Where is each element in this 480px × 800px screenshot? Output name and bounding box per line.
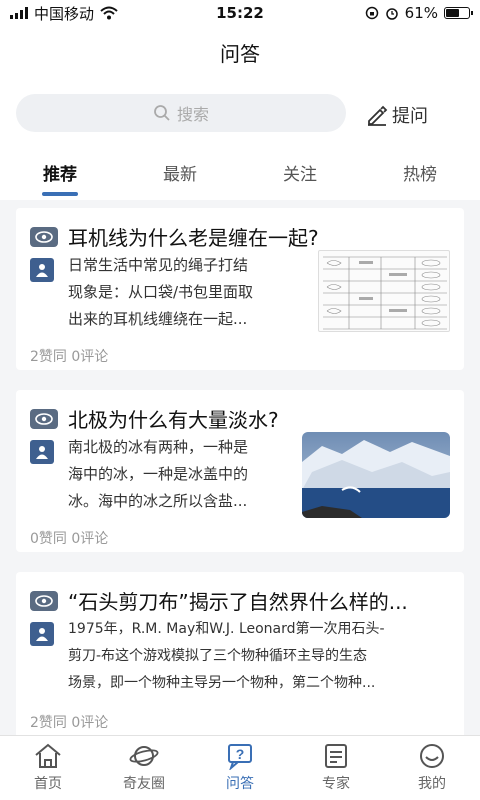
excerpt-line: 剪刀-布这个游戏模拟了三个物种循环主导的生态 [68, 648, 368, 664]
excerpt-line: 出来的耳机线缠绕在一起... [68, 310, 248, 328]
wifi-icon [100, 6, 118, 20]
question-title[interactable]: “石头剪刀布”揭示了自然界什么样的... [68, 586, 408, 615]
home-icon [35, 743, 61, 768]
pencil-icon [368, 105, 388, 126]
header: 问答 搜索 提问 推荐 最新 关注 热榜 [0, 26, 480, 200]
battery-percent: 61% [404, 4, 438, 22]
search-input[interactable]: 搜索 [16, 94, 346, 132]
excerpt-line: 南北极的冰有两种，一种是 [68, 438, 249, 456]
question-stats: 2赞同 0评论 [30, 715, 109, 731]
svg-text:?: ? [236, 746, 245, 762]
search-placeholder: 搜索 [176, 105, 209, 124]
author-avatar[interactable] [30, 622, 54, 646]
tab-label: 推荐 [43, 165, 77, 185]
search-icon [154, 105, 170, 121]
question-card[interactable]: “石头剪刀布”揭示了自然界什么样的... 1975年，R.M. May和W.J.… [16, 572, 464, 735]
question-thumbnail[interactable] [318, 250, 450, 332]
question-title[interactable]: 耳机线为什么老是缠在一起? [68, 222, 319, 251]
excerpt-line: 海中的冰，一种是冰盖中的 [68, 465, 249, 483]
bottom-tab-bar: 首页 奇友圈 ? 问答 专家 我的 [0, 735, 480, 800]
excerpt-line: 1975年，R.M. May和W.J. Leonard第一次用石头- [68, 621, 385, 637]
tab-label: 关注 [283, 165, 317, 185]
lock-rotation-icon [365, 6, 378, 20]
battery-icon [444, 7, 473, 19]
ask-question-button[interactable]: 提问 [366, 102, 428, 128]
status-bar: 中国移动 15:22 61% [0, 0, 480, 26]
page-title: 问答 [220, 42, 260, 66]
question-title[interactable]: 北极为什么有大量淡水? [68, 404, 279, 433]
excerpt-line: 场景，即一个物种主导另一个物种，第二个物种... [68, 675, 376, 691]
feed-tabs: 推荐 最新 关注 热榜 [0, 156, 480, 200]
signal-icon [10, 7, 28, 19]
excerpt-line: 现象是：从口袋/书包里面取 [68, 283, 254, 301]
tabbar-label: 奇友圈 [123, 776, 165, 792]
author-avatar[interactable] [30, 258, 54, 282]
tabbar-circle[interactable]: 奇友圈 [96, 736, 192, 800]
tab-recommended[interactable]: 推荐 [0, 156, 120, 200]
author-avatar[interactable] [30, 440, 54, 464]
question-excerpt: 日常生活中常见的绳子打结 现象是：从口袋/书包里面取 出来的耳机线缠绕在一起..… [68, 252, 253, 333]
planet-icon [129, 746, 159, 766]
excerpt-line: 日常生活中常见的绳子打结 [68, 256, 249, 274]
question-feed: 耳机线为什么老是缠在一起? 日常生活中常见的绳子打结 现象是：从口袋/书包里面取… [0, 200, 480, 735]
tab-latest[interactable]: 最新 [120, 156, 240, 200]
question-stats: 0赞同 0评论 [30, 531, 109, 547]
tabbar-home[interactable]: 首页 [0, 736, 96, 800]
tab-label: 最新 [163, 165, 197, 185]
tabbar-experts[interactable]: 专家 [288, 736, 384, 800]
question-excerpt: 1975年，R.M. May和W.J. Leonard第一次用石头- 剪刀-布这… [68, 616, 454, 697]
profile-icon [420, 744, 444, 768]
tabbar-label: 首页 [34, 776, 62, 792]
question-card[interactable]: 耳机线为什么老是缠在一起? 日常生活中常见的绳子打结 现象是：从口袋/书包里面取… [16, 208, 464, 370]
qa-icon: ? [228, 744, 252, 770]
carrier-label: 中国移动 [34, 4, 95, 23]
expert-icon [325, 744, 347, 768]
tabbar-profile[interactable]: 我的 [384, 736, 480, 800]
eye-icon [30, 408, 58, 429]
tabbar-qa[interactable]: ? 问答 [192, 736, 288, 800]
question-stats: 2赞同 0评论 [30, 349, 109, 365]
tab-label: 热榜 [403, 165, 437, 185]
tabbar-label: 我的 [418, 776, 446, 792]
eye-icon [30, 226, 58, 247]
tabbar-label: 问答 [226, 776, 254, 792]
tab-trending[interactable]: 热榜 [360, 156, 480, 200]
question-card[interactable]: 北极为什么有大量淡水? 南北极的冰有两种，一种是 海中的冰，一种是冰盖中的 冰。… [16, 390, 464, 552]
eye-icon [30, 590, 58, 611]
tab-following[interactable]: 关注 [240, 156, 360, 200]
alarm-icon [385, 8, 398, 20]
battery-level [446, 9, 460, 17]
question-thumbnail[interactable] [302, 432, 450, 518]
excerpt-line: 冰。海中的冰之所以含盐... [68, 492, 248, 510]
tabbar-label: 专家 [322, 776, 350, 792]
ask-question-label: 提问 [392, 106, 428, 127]
question-excerpt: 南北极的冰有两种，一种是 海中的冰，一种是冰盖中的 冰。海中的冰之所以含盐... [68, 434, 248, 515]
